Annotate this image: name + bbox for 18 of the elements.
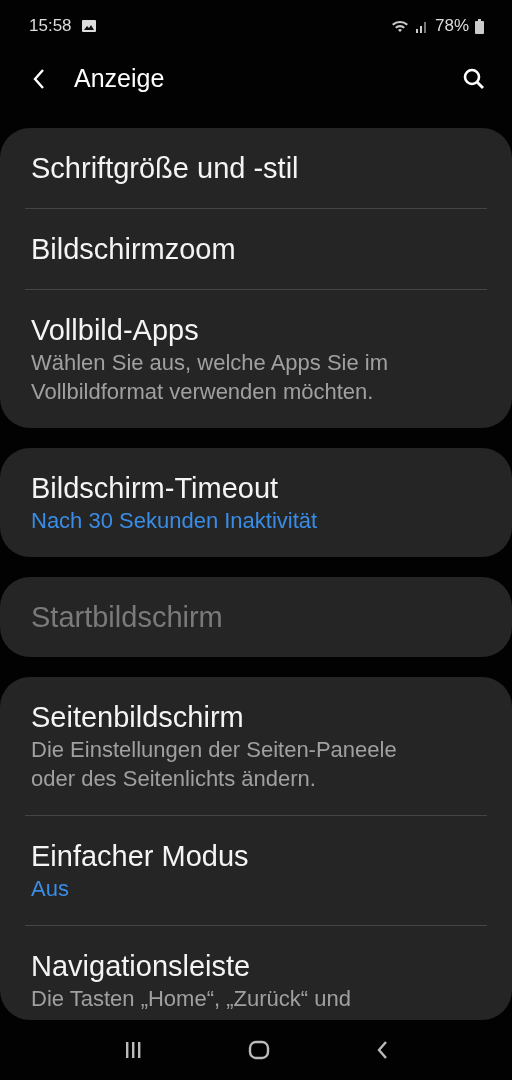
settings-item[interactable]: Bildschirm-Timeout Nach 30 Sekunden Inaktivität [25,448,487,557]
back-nav-button[interactable] [375,1039,390,1061]
status-time: 15:58 [29,16,72,36]
settings-item[interactable]: Seitenbildschirm Die Einstellungen der Seiten-Paneele oder des Seitenlichts ändern. [25,677,487,815]
search-icon [462,66,486,91]
battery-percentage: 78% [434,16,469,36]
settings-item[interactable]: Vollbild-Apps Wählen Sie aus, welche Apps Sie im Vollbildformat verwenden möchten. [25,290,487,428]
wifi-icon [390,19,409,33]
settings-item[interactable]: Schriftgröße und -stil [25,128,487,208]
back-icon [32,67,46,90]
image-icon [81,20,96,32]
settings-item[interactable]: Einfacher Modus Aus [25,816,487,925]
page-title: Anzeige [74,64,166,93]
home-button[interactable] [248,1039,270,1061]
signal-icon [414,19,429,33]
battery-icon [475,18,484,34]
settings-item[interactable]: Bildschirmzoom [25,209,487,289]
settings-item[interactable]: Navigationsleiste Die Tasten „Home“, „Zurück“ und [25,926,487,1020]
